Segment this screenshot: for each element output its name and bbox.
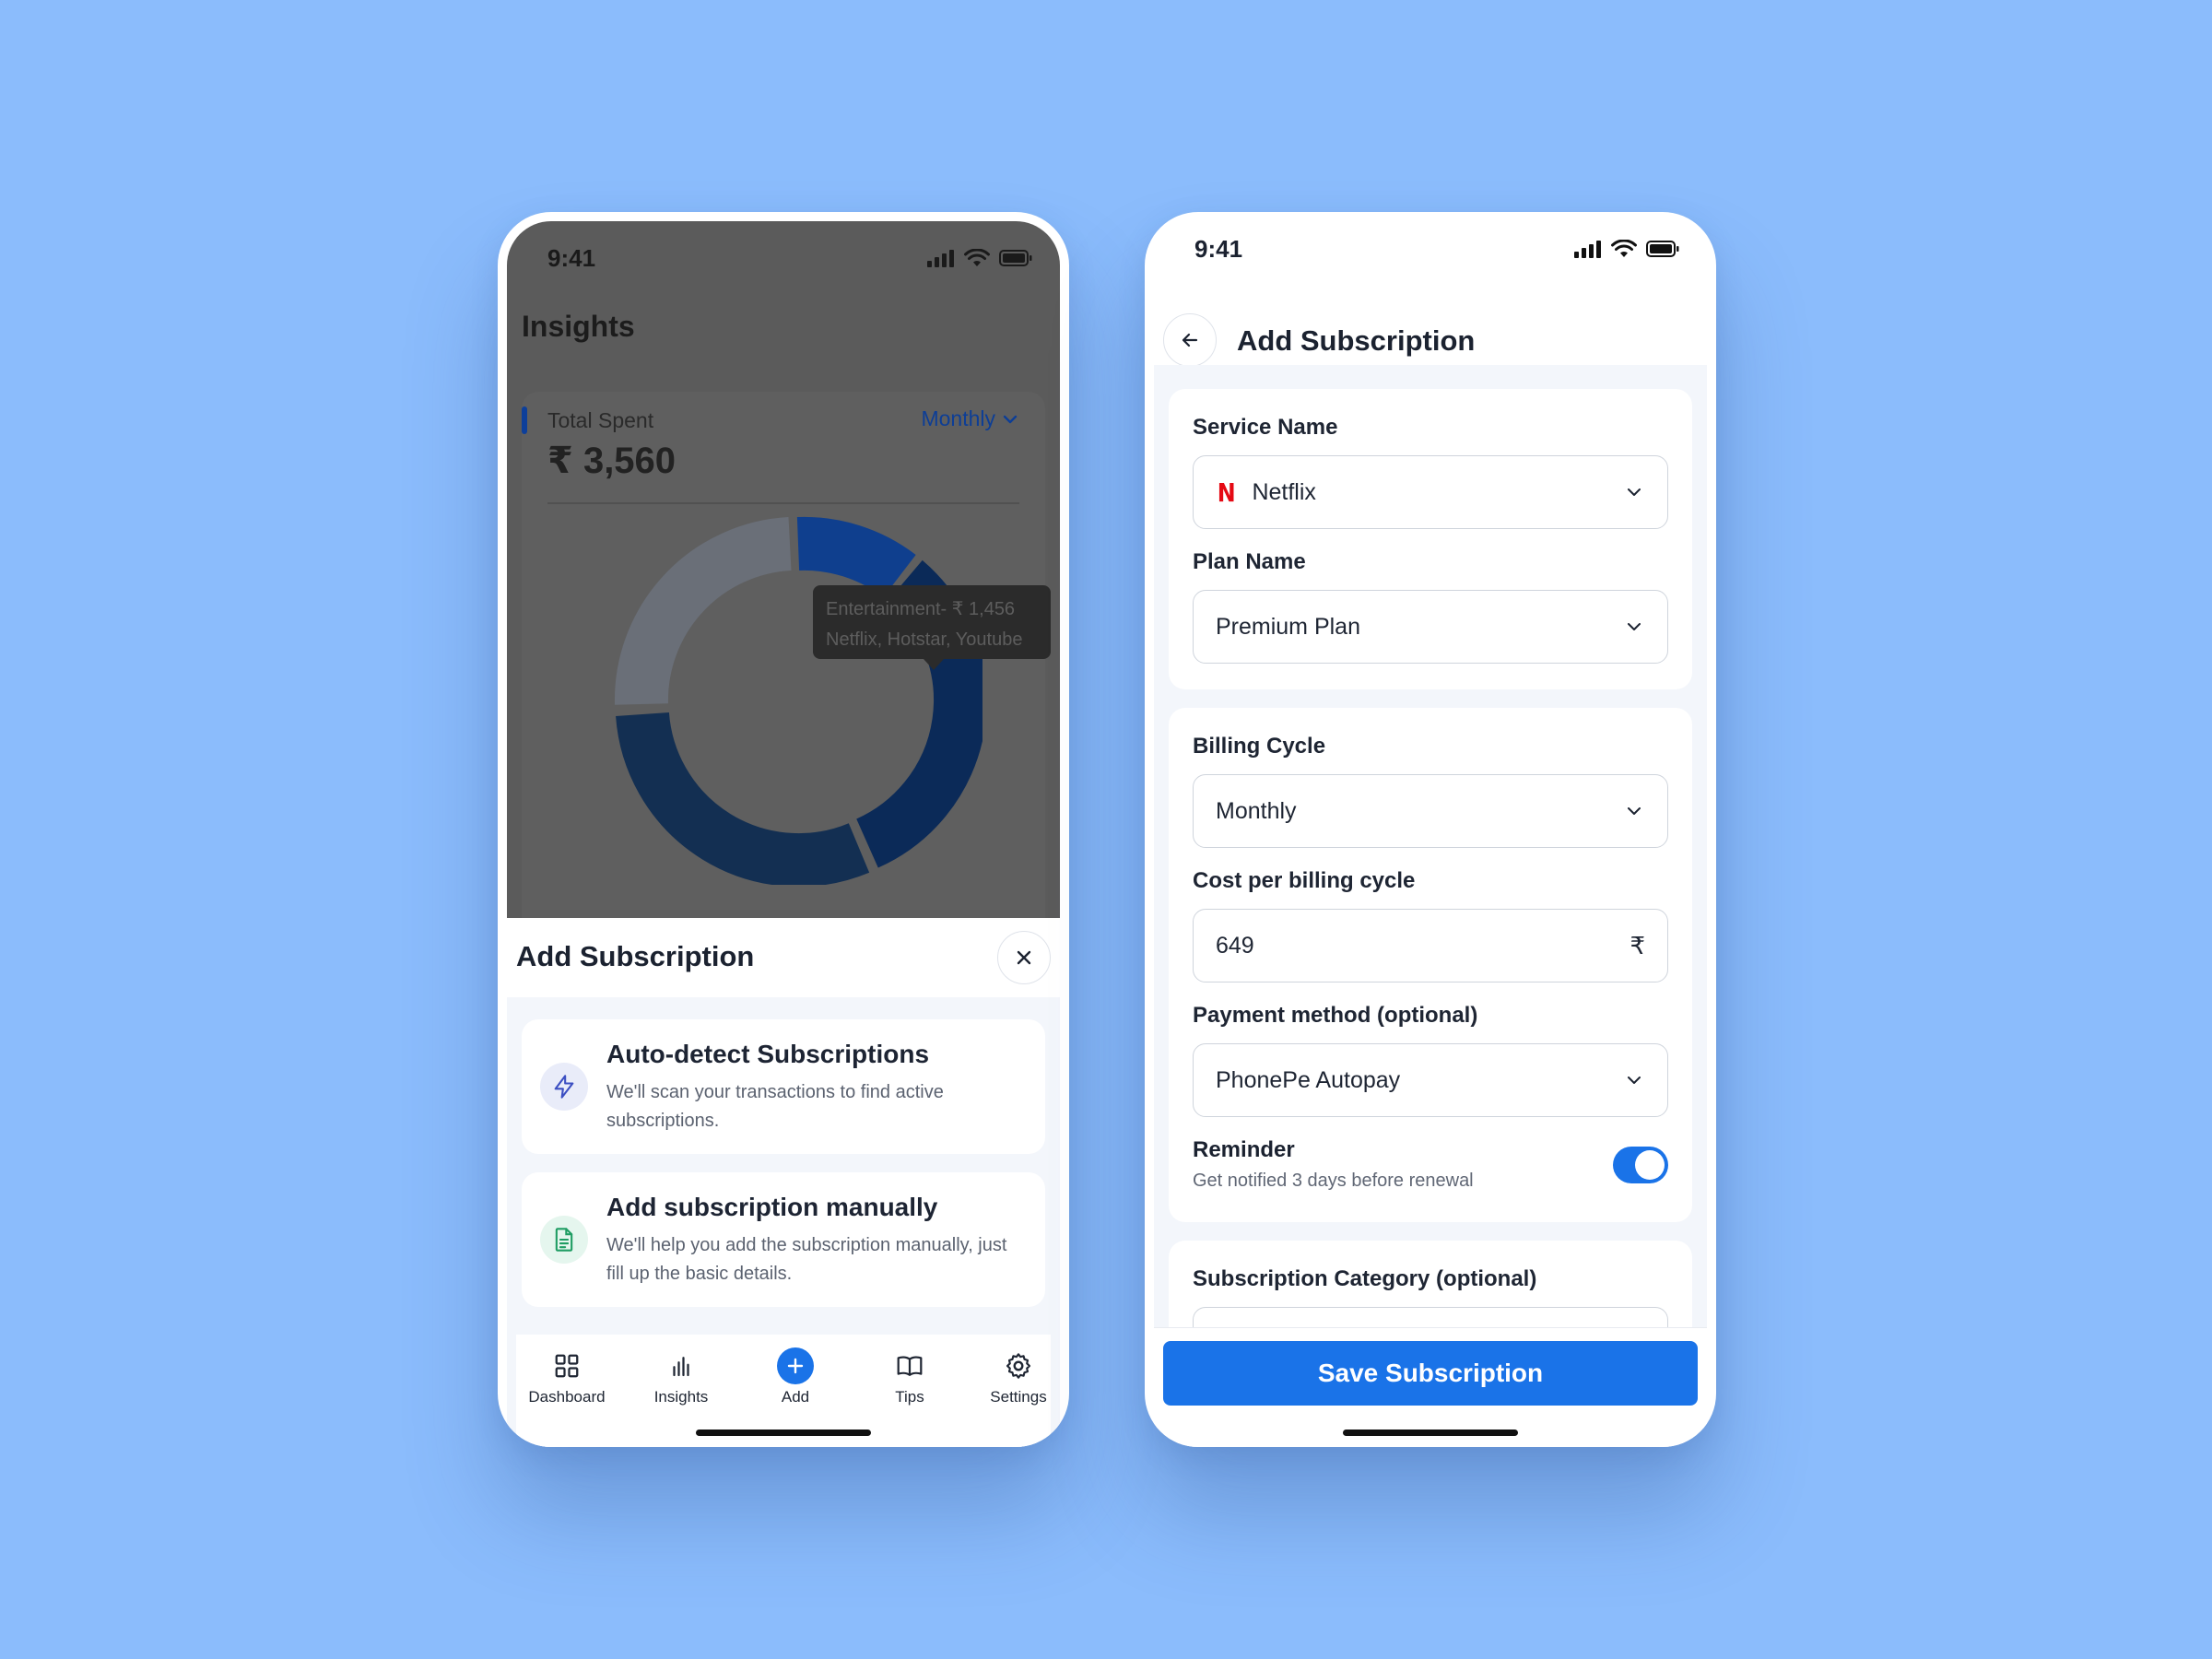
reminder-toggle[interactable]: [1613, 1147, 1668, 1183]
grid-icon: [555, 1354, 579, 1378]
add-subscription-sheet: Add Subscription Auto-detect Subscriptio…: [507, 918, 1060, 1447]
status-time: 9:41: [1194, 234, 1243, 263]
nav-label: Add: [781, 1388, 810, 1406]
back-button[interactable]: [1163, 313, 1217, 367]
close-button[interactable]: [997, 931, 1051, 984]
status-bar: 9:41: [1145, 212, 1716, 286]
payment-label: Payment method (optional): [1193, 1003, 1478, 1028]
total-spent-label: Total Spent: [547, 408, 654, 432]
payment-value: PhonePe Autopay: [1216, 1066, 1401, 1093]
nav-tips[interactable]: Tips: [859, 1347, 960, 1406]
save-subscription-button[interactable]: Save Subscription: [1163, 1341, 1698, 1406]
wifi-icon: [1611, 240, 1637, 257]
billing-label: Billing Cycle: [1193, 734, 1326, 759]
nav-insights[interactable]: Insights: [630, 1347, 732, 1406]
book-icon: [897, 1356, 923, 1376]
rupee-icon: ₹: [1630, 931, 1645, 959]
donut-segment-remaining: [614, 517, 793, 705]
signal-icon: [1574, 241, 1601, 258]
battery-icon: [999, 250, 1032, 266]
toggle-knob: [1635, 1150, 1665, 1180]
category-label: Subscription Category (optional): [1193, 1266, 1537, 1291]
service-card: Service Name N Netflix Plan Name Premium…: [1169, 389, 1692, 689]
donut-segment-other: [796, 516, 916, 598]
chevron-down-icon: [1628, 807, 1641, 815]
nav-add[interactable]: Add: [745, 1347, 846, 1406]
category-select[interactable]: [1193, 1307, 1668, 1329]
form-scroll-area: Service Name N Netflix Plan Name Premium…: [1154, 365, 1707, 1329]
auto-detect-option[interactable]: Auto-detect Subscriptions We'll scan you…: [522, 1019, 1045, 1154]
option-icon-wrap: [540, 1063, 588, 1111]
nav-settings[interactable]: Settings: [968, 1347, 1069, 1406]
wifi-icon: [964, 249, 990, 266]
cost-value: 649: [1216, 932, 1254, 959]
nav-label: Tips: [895, 1388, 924, 1406]
total-spent-card: Total Spent ₹ 3,560 Monthly: [522, 392, 1045, 945]
billing-select[interactable]: Monthly: [1193, 774, 1668, 848]
option-description: We'll scan your transactions to find act…: [606, 1082, 944, 1131]
home-indicator: [1343, 1430, 1518, 1436]
payment-select[interactable]: PhonePe Autopay: [1193, 1043, 1668, 1117]
bar-chart-icon: [673, 1357, 689, 1377]
chevron-down-icon: [1628, 488, 1641, 496]
service-value: Netflix: [1252, 478, 1316, 505]
tooltip-line-1: Entertainment- ₹ 1,456: [826, 599, 1016, 619]
signal-icon: [927, 250, 954, 267]
status-bar: 9:41: [507, 221, 1060, 295]
nav-dashboard[interactable]: Dashboard: [516, 1347, 618, 1406]
period-label: Monthly: [921, 406, 995, 430]
divider: [547, 502, 1019, 504]
billing-card: Billing Cycle Monthly Cost per billing c…: [1169, 708, 1692, 1222]
option-description: We'll help you add the subscription manu…: [606, 1235, 1007, 1284]
service-label: Service Name: [1193, 415, 1338, 440]
service-select[interactable]: N Netflix: [1193, 455, 1668, 529]
chart-tooltip: Entertainment- ₹ 1,456 Netflix, Hotstar,…: [813, 585, 1051, 670]
plus-icon: [787, 1358, 804, 1374]
spending-donut-chart: [614, 516, 982, 885]
chevron-down-icon: [1628, 623, 1641, 630]
option-title: Add subscription manually: [606, 1193, 938, 1221]
tooltip-line-2: Netflix, Hotstar, Youtube: [826, 629, 1023, 650]
period-dropdown[interactable]: Monthly: [921, 406, 1019, 431]
total-spent-value: ₹ 3,560: [547, 441, 677, 481]
option-icon-wrap: [540, 1216, 588, 1264]
document-icon: [555, 1228, 573, 1252]
cost-input[interactable]: 649 ₹: [1193, 909, 1668, 982]
page-title: Insights: [522, 310, 635, 343]
sheet-header: Add Subscription: [507, 918, 1060, 997]
lightning-icon: [554, 1075, 574, 1099]
add-circle: [777, 1347, 814, 1384]
page-title: Add Subscription: [1237, 324, 1476, 357]
gear-icon: [1006, 1353, 1031, 1379]
category-card: Subscription Category (optional): [1169, 1241, 1692, 1329]
nav-label: Dashboard: [528, 1388, 606, 1406]
close-icon: [1017, 950, 1031, 965]
nav-label: Settings: [990, 1388, 1047, 1406]
home-indicator: [696, 1430, 871, 1436]
plan-select[interactable]: Premium Plan: [1193, 590, 1668, 664]
reminder-label: Reminder: [1193, 1137, 1295, 1162]
option-title: Auto-detect Subscriptions: [606, 1040, 930, 1068]
add-manually-option[interactable]: Add subscription manually We'll help you…: [522, 1172, 1045, 1307]
cost-label: Cost per billing cycle: [1193, 868, 1416, 893]
status-time: 9:41: [547, 243, 596, 272]
arrow-left-icon: [1182, 333, 1198, 347]
donut-segment-utilities: [616, 712, 870, 885]
phone-add-subscription: 9:41 Add Subscription Service Name N Net…: [1145, 212, 1716, 1447]
reminder-subtext: Get notified 3 days before renewal: [1193, 1171, 1474, 1191]
netflix-logo: N: [1217, 477, 1236, 508]
plan-value: Premium Plan: [1216, 613, 1360, 640]
chevron-down-icon: [1628, 1077, 1641, 1084]
billing-value: Monthly: [1216, 797, 1297, 824]
battery-icon: [1646, 241, 1679, 257]
plan-label: Plan Name: [1193, 549, 1306, 574]
nav-label: Insights: [653, 1388, 709, 1406]
phone-insights: 9:41 Insights Total Spent ₹ 3,560 Monthl…: [498, 212, 1069, 1447]
sheet-title: Add Subscription: [516, 940, 755, 972]
chevron-down-icon: [1003, 415, 1018, 423]
accent-bar: [522, 406, 527, 434]
